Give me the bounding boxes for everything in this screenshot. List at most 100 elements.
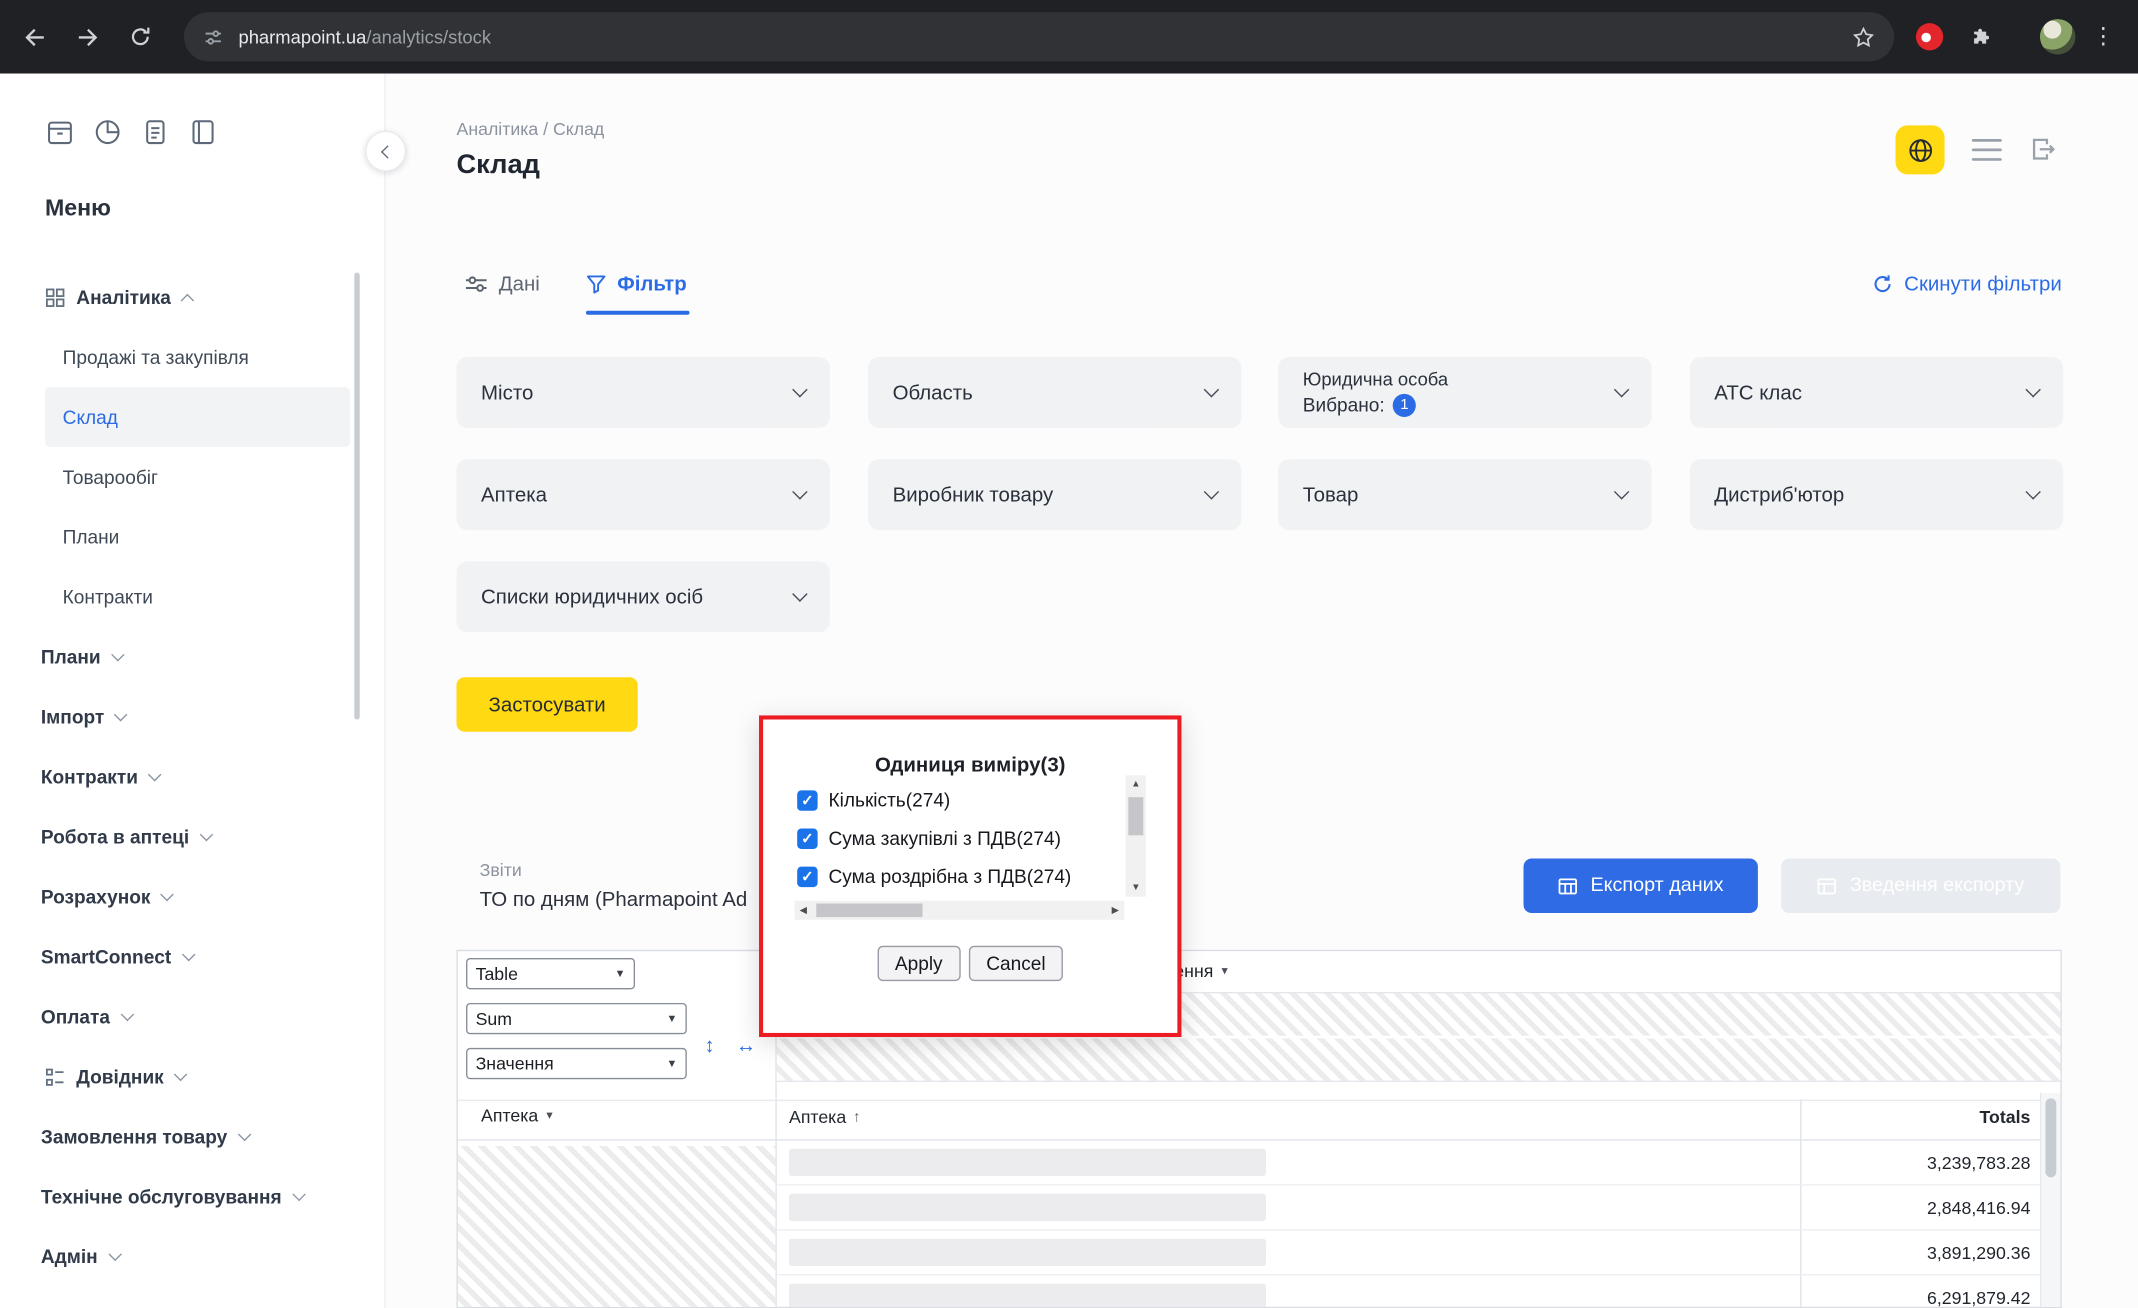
chevron-down-icon [792,586,807,601]
sidebar-item-contracts[interactable]: Контракти [0,747,384,807]
document-icon[interactable] [140,117,170,154]
sidebar-item-goods-order[interactable]: Замовлення товару [0,1107,384,1167]
pivot-aggregation-select[interactable]: Sum ▼ [466,1003,687,1034]
filter-distributor[interactable]: Дистриб'ютор [1690,459,2063,530]
bookmark-star-icon[interactable] [1852,25,1875,48]
table-row[interactable]: 6,291,879.42 [777,1275,2062,1308]
profile-avatar[interactable] [2040,19,2075,54]
checkbox-checked[interactable]: ✓ [797,790,817,810]
archive-box-icon[interactable] [45,117,75,154]
measure-option[interactable]: ✓ Сума роздрібна з ПДВ(274) [797,857,1121,895]
measure-option[interactable]: ✓ Сума закупівлі з ПДВ(274) [797,819,1121,857]
book-icon[interactable] [188,117,218,154]
row-drop-zone[interactable] [458,1146,776,1308]
move-vertical-icon[interactable]: ↕ [705,1034,715,1057]
sidebar-item-label: Аналітика [76,286,171,308]
pivot-measure-select[interactable]: Значення ▼ [466,1048,687,1079]
reset-filters-button[interactable]: Скинути фільтри [1873,273,2062,296]
filter-label: Списки юридичних осіб [481,585,703,608]
apply-button[interactable]: Apply [877,946,960,981]
apply-filters-button[interactable]: Застосувати [457,677,638,732]
export-summary-button[interactable]: Зведення експорту [1781,859,2060,914]
sidebar-item-label: Розрахунок [41,886,151,908]
sidebar-item-turnover[interactable]: Товарообіг [0,447,384,507]
select-arrow-icon: ▼ [666,1057,677,1069]
table-row[interactable]: 2,848,416.94 [777,1186,2062,1231]
row-field-pharmacy[interactable]: Аптека ▾ [481,1105,553,1125]
reset-icon [1873,274,1893,294]
filter-legal-entity[interactable]: Юридична особа Вибрано: 1 [1278,357,1651,428]
sidebar-item-payment[interactable]: Оплата [0,987,384,1047]
collapse-sidebar-button[interactable] [365,131,406,172]
filter-region[interactable]: Область [868,357,1241,428]
select-arrow-icon: ▼ [615,968,626,980]
export-data-button[interactable]: Експорт даних [1523,859,1757,914]
sidebar-item-calculation[interactable]: Розрахунок [0,867,384,927]
table-row[interactable]: 3,239,783.28 [777,1141,2062,1186]
move-horizontal-icon[interactable]: ↔ [736,1034,756,1057]
filter-label: Місто [481,381,533,404]
scroll-left-icon[interactable]: ◀ [794,901,812,920]
scrollbar-thumb[interactable] [2045,1098,2056,1177]
back-button[interactable] [11,14,57,60]
sidebar-item-admin[interactable]: Адмін [0,1226,384,1286]
sidebar-item-sales-purchases[interactable]: Продажі та закупівля [0,327,384,387]
logout-button[interactable] [2029,135,2058,164]
filter-pharmacy[interactable]: Аптека [457,459,830,530]
table-scrollbar[interactable] [2040,1093,2060,1307]
tab-data[interactable]: Дані [465,273,540,296]
scroll-right-icon[interactable]: ▶ [1107,901,1125,920]
scrollbar-thumb[interactable] [1128,797,1143,835]
measure-option[interactable]: ✓ Кількість(274) [797,781,1121,819]
filter-manufacturer[interactable]: Виробник товару [868,459,1241,530]
sidebar-item-label: Товарообіг [63,466,158,488]
filter-label: Аптека [481,483,547,506]
cancel-button[interactable]: Cancel [968,946,1063,981]
reload-button[interactable] [117,14,163,60]
sidebar-scrollbar[interactable] [354,273,359,720]
scrollbar-thumb[interactable] [816,903,922,917]
sidebar-item-pharmacy-work[interactable]: Робота в аптеці [0,807,384,867]
main-content: Аналітика / Склад Склад Дані Фільтр Скин… [386,74,2138,1308]
sidebar-item-plans-child[interactable]: Плани [0,507,384,567]
adblock-extension-icon[interactable] [1916,23,1943,50]
measure-options-list: ✓ Кількість(274) ✓ Сума закупівлі з ПДВ(… [797,781,1121,895]
pivot-layout-select[interactable]: Table ▼ [466,958,635,989]
sidebar-item-maintenance[interactable]: Технічне обслуговування [0,1166,384,1226]
scroll-down-icon[interactable]: ▼ [1126,879,1146,897]
filter-city[interactable]: Місто [457,357,830,428]
screen: pharmapoint.ua /analytics/stock ⋮ Меню А… [0,0,2138,1308]
filter-product[interactable]: Товар [1278,459,1651,530]
sidebar-item-plans[interactable]: Плани [0,627,384,687]
checkbox-checked[interactable]: ✓ [797,866,817,886]
popup-vertical-scrollbar[interactable]: ▲ ▼ [1126,775,1146,896]
browser-menu-icon[interactable]: ⋮ [2092,23,2115,50]
sidebar-item-import[interactable]: Імпорт [0,687,384,747]
column-header-pharmacy[interactable]: Аптека ↑ [789,1107,860,1127]
measure-option-label: Сума закупівлі з ПДВ(274) [829,827,1061,849]
pie-chart-icon[interactable] [93,117,123,154]
extensions-puzzle-icon[interactable] [1970,25,1993,48]
reports-select[interactable]: ТО по дням (Pharmapoint Ad [480,888,748,911]
sidebar-menu-title: Меню [45,195,111,222]
sidebar-item-directory[interactable]: Довідник [0,1047,384,1107]
popup-horizontal-scrollbar[interactable]: ◀ ▶ [794,901,1124,920]
table-row[interactable]: 3,891,290.36 [777,1231,2062,1276]
selected-count-badge: 1 [1393,393,1416,416]
checkbox-checked[interactable]: ✓ [797,828,817,848]
back-icon [21,24,47,50]
site-info-icon[interactable] [203,27,223,47]
forward-button[interactable] [64,14,110,60]
tab-filter[interactable]: Фільтр [586,273,687,296]
scroll-up-icon[interactable]: ▲ [1126,775,1146,793]
sidebar-item-analytics[interactable]: Аналітика [0,267,384,327]
filter-legal-entity-lists[interactable]: Списки юридичних осіб [457,561,830,632]
filter-atc-class[interactable]: АТС клас [1690,357,2063,428]
spreadsheet-icon [1817,876,1837,896]
language-globe-button[interactable] [1896,125,1945,174]
app-menu-button[interactable] [1972,139,2002,161]
sidebar-item-contracts-child[interactable]: Контракти [0,567,384,627]
sidebar-item-stock[interactable]: Склад [45,387,350,447]
sidebar-item-smartconnect[interactable]: SmartConnect [0,927,384,987]
url-bar[interactable]: pharmapoint.ua /analytics/stock [184,12,1894,61]
